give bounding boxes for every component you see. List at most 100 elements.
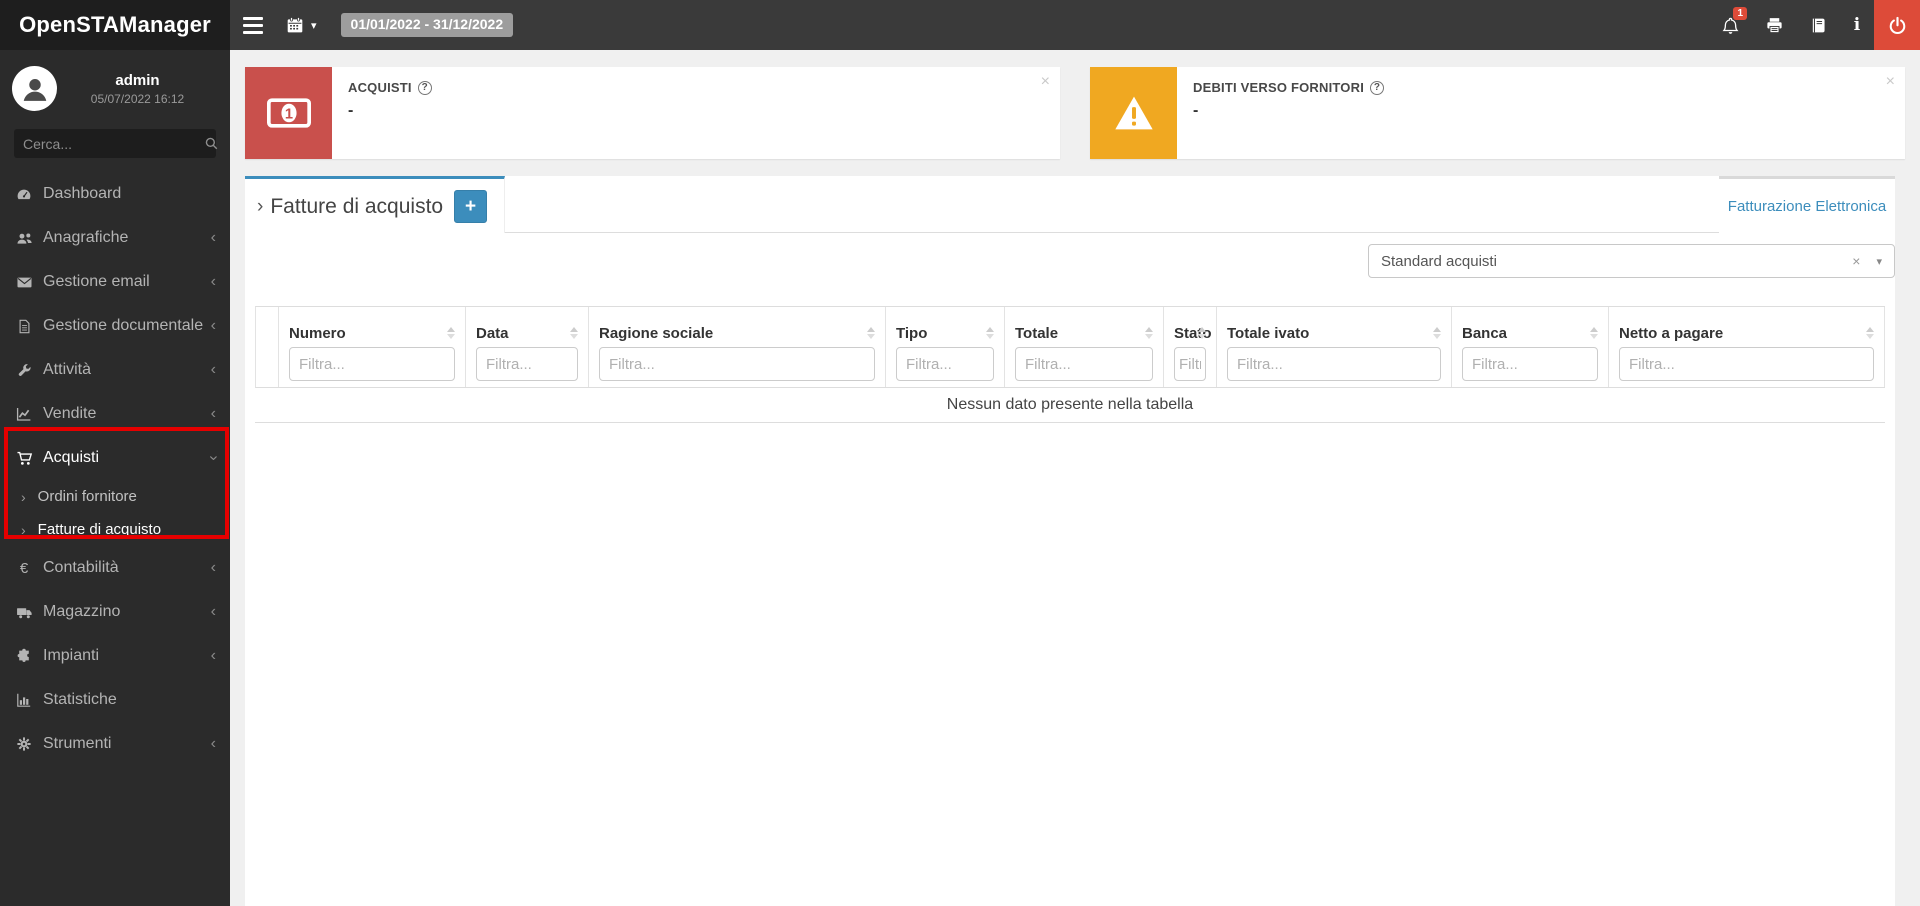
filter-input-banca[interactable] bbox=[1462, 347, 1598, 381]
sidebar-item-magazzino[interactable]: Magazzino ‹ bbox=[0, 590, 230, 634]
sort-icon[interactable] bbox=[1866, 327, 1874, 339]
main-content: 1 ACQUISTI ? - × DEBITI VERSO FORNITORI … bbox=[230, 50, 1920, 906]
tab-fatturazione-elettronica[interactable]: Fatturazione Elettronica bbox=[1719, 176, 1895, 233]
chevron-left-icon: ‹ bbox=[210, 603, 216, 620]
printer-icon bbox=[1765, 16, 1784, 35]
column-header-stato: Stato bbox=[1164, 307, 1217, 387]
close-icon[interactable]: × bbox=[1041, 73, 1050, 91]
sidebar-menu: Dashboard Anagrafiche ‹ Gestione email ‹… bbox=[0, 172, 230, 766]
top-navbar: OpenSTAManager ▾ 01/01/2022 - 31/12/2022… bbox=[0, 0, 1920, 50]
widget-acquisti: 1 ACQUISTI ? - × bbox=[245, 67, 1060, 159]
docs-button[interactable] bbox=[1796, 0, 1840, 50]
cart-icon bbox=[14, 450, 34, 467]
sort-icon[interactable] bbox=[1145, 327, 1153, 339]
column-header-ragione-sociale: Ragione sociale bbox=[589, 307, 886, 387]
clear-icon[interactable]: × bbox=[1852, 253, 1860, 269]
column-label: Ragione sociale bbox=[599, 324, 714, 342]
notifications-button[interactable]: 1 bbox=[1708, 0, 1752, 50]
chevron-right-icon: › bbox=[21, 488, 26, 505]
sidebar-item-label: Magazzino bbox=[43, 603, 121, 620]
chevron-left-icon: ‹ bbox=[210, 559, 216, 576]
chevron-down-icon: ▾ bbox=[311, 19, 317, 32]
filter-input-numero[interactable] bbox=[289, 347, 455, 381]
warning-icon bbox=[1090, 67, 1177, 159]
filter-input-data[interactable] bbox=[476, 347, 578, 381]
search-input[interactable] bbox=[23, 135, 204, 152]
chevron-left-icon: ‹ bbox=[210, 361, 216, 378]
sort-icon[interactable] bbox=[447, 327, 455, 339]
filter-input-totale-ivato[interactable] bbox=[1227, 347, 1441, 381]
sidebar-search bbox=[14, 129, 219, 158]
stats-widgets: 1 ACQUISTI ? - × DEBITI VERSO FORNITORI … bbox=[245, 67, 1905, 159]
sidebar-item-anagrafiche[interactable]: Anagrafiche ‹ bbox=[0, 216, 230, 260]
view-select-value: Standard acquisti bbox=[1381, 252, 1497, 270]
column-label: Data bbox=[476, 324, 509, 342]
app-logo[interactable]: OpenSTAManager bbox=[0, 0, 230, 50]
sidebar-toggle-button[interactable] bbox=[230, 0, 276, 50]
date-range-badge[interactable]: 01/01/2022 - 31/12/2022 bbox=[340, 13, 514, 37]
sidebar-item-gestione-documentale[interactable]: Gestione documentale ‹ bbox=[0, 304, 230, 348]
hamburger-icon bbox=[243, 16, 263, 20]
login-datetime: 05/07/2022 16:12 bbox=[90, 91, 185, 106]
sidebar-item-statistiche[interactable]: Statistiche bbox=[0, 678, 230, 722]
sidebar-item-contabilita[interactable]: € Contabilità ‹ bbox=[0, 546, 230, 590]
euro-icon: € bbox=[19, 559, 29, 577]
sidebar-item-impianti[interactable]: Impianti ‹ bbox=[0, 634, 230, 678]
sidebar-item-label: Attività bbox=[43, 361, 92, 378]
sort-icon[interactable] bbox=[1433, 327, 1441, 339]
sidebar-item-attivita[interactable]: Attività ‹ bbox=[0, 348, 230, 392]
sidebar-item-label: Dashboard bbox=[43, 185, 122, 202]
tab-fatture-di-acquisto[interactable]: › Fatture di acquisto + bbox=[245, 176, 505, 234]
search-icon[interactable] bbox=[204, 136, 219, 151]
svg-text:1: 1 bbox=[284, 106, 292, 122]
filter-input-ragione-sociale[interactable] bbox=[599, 347, 875, 381]
logout-button[interactable] bbox=[1874, 0, 1920, 50]
sidebar-item-dashboard[interactable]: Dashboard bbox=[0, 172, 230, 216]
filter-input-tipo[interactable] bbox=[896, 347, 994, 381]
gear-icon bbox=[14, 736, 34, 752]
print-button[interactable] bbox=[1752, 0, 1796, 50]
sidebar-item-label: Anagrafiche bbox=[43, 229, 129, 246]
sort-icon[interactable] bbox=[1198, 327, 1206, 339]
sidebar-item-gestione-email[interactable]: Gestione email ‹ bbox=[0, 260, 230, 304]
filter-input-stato[interactable] bbox=[1174, 347, 1206, 381]
period-dropdown-button[interactable]: ▾ bbox=[276, 0, 327, 50]
help-icon[interactable]: ? bbox=[1370, 80, 1385, 95]
sort-icon[interactable] bbox=[1590, 327, 1598, 339]
widget-title: ACQUISTI bbox=[348, 80, 412, 95]
sidebar-subitem-ordini-fornitore[interactable]: › Ordini fornitore bbox=[0, 480, 230, 513]
sort-icon[interactable] bbox=[867, 327, 875, 339]
user-panel[interactable]: admin 05/07/2022 16:12 bbox=[0, 50, 230, 117]
column-label: Totale bbox=[1015, 324, 1059, 342]
column-header-data: Data bbox=[466, 307, 589, 387]
sidebar-subitem-label: Fatture di acquisto bbox=[37, 521, 162, 538]
sidebar-item-vendite[interactable]: Vendite ‹ bbox=[0, 392, 230, 436]
sidebar-item-strumenti[interactable]: Strumenti ‹ bbox=[0, 722, 230, 766]
fatturazione-elettronica-link[interactable]: Fatturazione Elettronica bbox=[1728, 198, 1886, 215]
chevron-left-icon: ‹ bbox=[210, 317, 216, 334]
hamburger-icon bbox=[243, 23, 263, 27]
users-icon bbox=[14, 230, 34, 247]
column-header-totale-ivato: Totale ivato bbox=[1217, 307, 1452, 387]
page-title: Fatture di acquisto bbox=[270, 194, 444, 218]
filter-input-netto-a-pagare[interactable] bbox=[1619, 347, 1874, 381]
sidebar-subitem-fatture-di-acquisto[interactable]: › Fatture di acquisto bbox=[0, 513, 230, 546]
sidebar-item-acquisti[interactable]: Acquisti ‹ bbox=[0, 436, 230, 480]
filter-input-totale[interactable] bbox=[1015, 347, 1153, 381]
sort-icon[interactable] bbox=[570, 327, 578, 339]
sidebar-item-label: Strumenti bbox=[43, 735, 112, 752]
help-icon[interactable]: ? bbox=[417, 80, 432, 95]
table-header-row: Numero Data Ragione sociale Tipo bbox=[255, 306, 1885, 388]
close-icon[interactable]: × bbox=[1886, 73, 1895, 91]
book-icon bbox=[1809, 16, 1828, 35]
chevron-right-icon: › bbox=[21, 521, 26, 538]
sidebar-item-label: Impianti bbox=[43, 647, 100, 664]
widget-value: - bbox=[348, 102, 354, 119]
add-invoice-button[interactable]: + bbox=[454, 190, 488, 223]
tab-bar: › Fatture di acquisto + Fatturazione Ele… bbox=[245, 176, 1895, 234]
column-header-totale: Totale bbox=[1005, 307, 1164, 387]
sort-icon[interactable] bbox=[986, 327, 994, 339]
info-button[interactable]: i bbox=[1840, 0, 1874, 50]
view-select[interactable]: Standard acquisti × ▾ bbox=[1368, 244, 1895, 278]
table-empty-message: Nessun dato presente nella tabella bbox=[255, 388, 1885, 423]
